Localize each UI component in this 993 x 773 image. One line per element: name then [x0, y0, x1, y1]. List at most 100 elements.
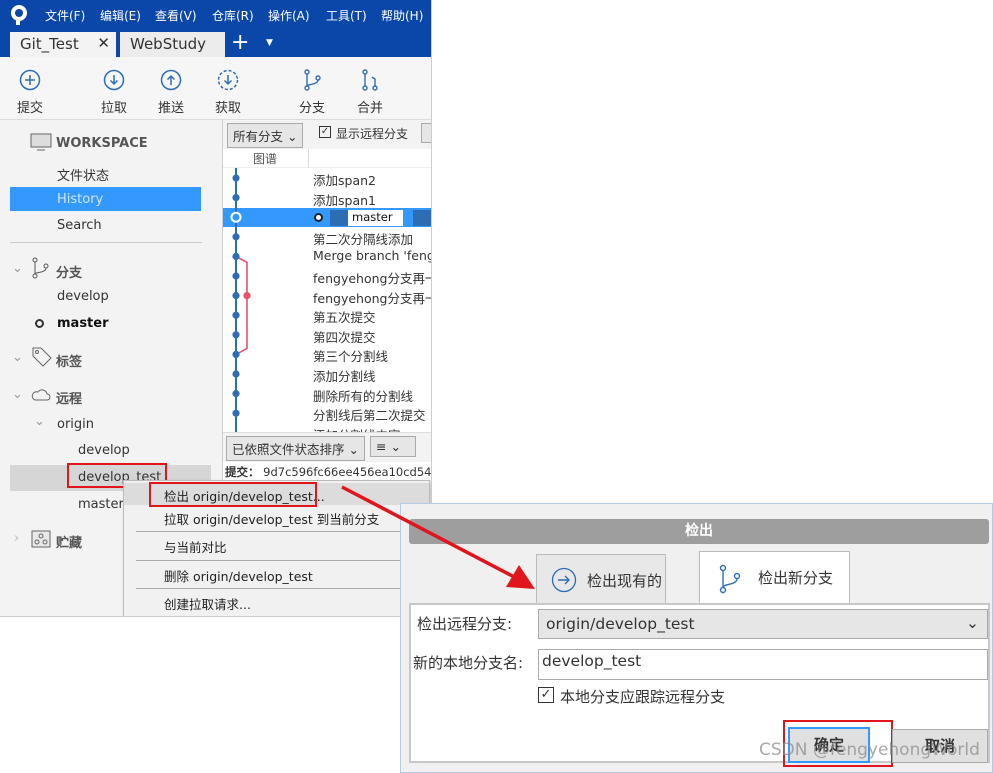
commit-node — [232, 194, 240, 202]
menu-edit[interactable]: 编辑(E) — [100, 7, 141, 24]
menu-repo[interactable]: 仓库(R) — [212, 7, 254, 24]
commit-row[interactable]: 删除所有的分割线 — [313, 386, 413, 405]
tab-webstudy[interactable]: WebStudy — [120, 32, 225, 57]
sidebar-item-search[interactable]: Search — [57, 218, 102, 233]
cloud-icon — [31, 389, 51, 401]
commit-info: 提交： 9d7c596fc66ee456ea10cd54 — [223, 462, 431, 480]
branch-master[interactable]: master — [57, 316, 109, 331]
commit-graph — [230, 168, 251, 433]
dialog-title: 检出 — [409, 519, 989, 544]
commit-row[interactable]: 第二次分隔线添加 — [313, 229, 413, 248]
tab-checkout-new-branch[interactable]: 检出新分支 — [699, 551, 850, 605]
commit-label: 提交 — [16, 101, 43, 116]
commit-button[interactable]: 提交 — [10, 69, 50, 116]
remote-branch-select[interactable]: origin/develop_test ⌄ — [538, 609, 988, 639]
show-remote-checkbox[interactable]: ✓ — [319, 126, 331, 138]
chevron-down-icon[interactable]: ⌄ — [34, 414, 45, 429]
pull-button[interactable]: 拉取 — [94, 69, 134, 116]
tab-existing-label: 检出现有的 — [587, 572, 663, 590]
chevron-down-icon[interactable]: ⌄ — [12, 350, 23, 365]
branch-label-master[interactable]: master — [330, 210, 403, 226]
tags-header[interactable]: 标签 — [56, 351, 82, 370]
commit-node — [232, 233, 240, 241]
divider — [10, 242, 202, 243]
chevron-down-icon[interactable]: ⌄ — [12, 387, 23, 402]
branch-label-text: master — [352, 210, 393, 224]
remote-origin[interactable]: origin — [57, 417, 94, 432]
menu-actions[interactable]: 操作(A) — [268, 7, 310, 24]
menu-help[interactable]: 帮助(H) — [381, 7, 423, 24]
commit-node — [232, 390, 240, 398]
remote-branch-label: 检出远程分支: — [417, 615, 513, 633]
remote-branch-develop[interactable]: develop — [78, 443, 130, 458]
stash-icon — [31, 530, 51, 548]
track-remote-checkbox[interactable]: ✓ — [538, 687, 554, 703]
commit-row[interactable]: Merge branch 'feng — [313, 248, 431, 263]
commit-info-label: 提交： — [225, 465, 260, 479]
sidebar-item-history[interactable]: History — [10, 187, 201, 211]
fetch-button[interactable]: 获取 — [208, 69, 248, 116]
tab-label: Git_Test — [20, 35, 79, 53]
sourcetree-window: 文件(F) 编辑(E) 查看(V) 仓库(R) 操作(A) 工具(T) 帮助(H… — [0, 0, 432, 617]
push-button[interactable]: 推送 — [151, 69, 191, 116]
commit-node — [243, 292, 251, 300]
sort-dropdown[interactable]: 已依照文件状态排序 ⌄ — [226, 436, 365, 461]
menu-item-diff[interactable]: 与当前对比 — [164, 537, 227, 556]
menu-separator — [136, 560, 429, 561]
chevron-down-icon[interactable]: ⌄ — [12, 261, 23, 276]
commit-row[interactable]: 第四次提交 — [313, 327, 376, 346]
tab-git-test[interactable]: Git_Test ✕ — [10, 32, 116, 57]
view-mode-dropdown[interactable]: ≡ ⌄ — [370, 436, 416, 457]
sidebar-item-file-status[interactable]: 文件状态 — [57, 165, 109, 184]
file-toolbar: 已依照文件状态排序 ⌄ ≡ ⌄ — [223, 432, 431, 462]
menu-item-pull[interactable]: 拉取 origin/develop_test 到当前分支 — [164, 509, 379, 528]
show-remote-label: 显示远程分支 — [336, 127, 409, 141]
menu-file[interactable]: 文件(F) — [45, 7, 85, 24]
chevron-down-icon: ⌄ — [966, 614, 979, 632]
add-tab-icon[interactable]: + — [231, 30, 249, 55]
checkout-dialog: 检出 检出现有的 检出新分支 检出远程分支: origin/develop_te… — [400, 503, 993, 773]
menu-tools[interactable]: 工具(T) — [326, 7, 367, 24]
commit-node — [232, 272, 240, 280]
track-remote-label: 本地分支应跟踪远程分支 — [560, 688, 726, 706]
branches-header[interactable]: 分支 — [56, 262, 82, 281]
close-icon[interactable]: ✕ — [97, 34, 110, 52]
more-button[interactable] — [421, 123, 431, 143]
merge-label: 合并 — [356, 101, 383, 116]
commit-row[interactable]: 第三个分割线 — [313, 346, 388, 365]
branch-filter-dropdown[interactable]: 所有分支 ⌄ — [227, 123, 304, 148]
commit-row[interactable]: fengyehong分支再一 — [313, 288, 431, 307]
pull-label: 拉取 — [100, 101, 127, 116]
commit-node — [232, 331, 240, 339]
commit-row[interactable]: 添加分割线 — [313, 366, 376, 385]
menu-item-delete[interactable]: 删除 origin/develop_test — [164, 566, 313, 585]
branch-develop[interactable]: develop — [57, 289, 109, 304]
head-icon — [314, 213, 323, 222]
commit-row[interactable]: 添加span2 — [313, 170, 376, 189]
merge-button[interactable]: 合并 — [350, 69, 390, 116]
stashes-header[interactable]: 贮藏 — [56, 532, 82, 551]
dialog-form: 检出远程分支: origin/develop_test ⌄ 新的本地分支名: de… — [409, 603, 990, 767]
menu-item-pull-request[interactable]: 创建拉取请求... — [164, 594, 251, 613]
monitor-icon — [30, 133, 52, 151]
history-label: History — [57, 192, 104, 207]
chevron-right-icon[interactable]: › — [14, 531, 19, 546]
tab-label: WebStudy — [130, 35, 207, 53]
commit-row[interactable]: 添加span1 — [313, 190, 376, 209]
commit-row[interactable]: 第五次提交 — [313, 307, 376, 326]
merge-line — [235, 255, 248, 356]
tab-dropdown-icon[interactable]: ▼ — [266, 38, 273, 48]
tab-checkout-existing[interactable]: 检出现有的 — [536, 554, 666, 604]
commit-node — [232, 370, 240, 378]
remotes-header[interactable]: 远程 — [56, 388, 82, 407]
commit-row[interactable]: 分割线后第二次提交 — [313, 405, 426, 424]
local-branch-label: 新的本地分支名: — [413, 654, 524, 672]
branch-button[interactable]: 分支 — [292, 69, 332, 116]
branch-icon — [304, 69, 321, 91]
commit-row[interactable]: fengyehong分支再一 — [313, 268, 431, 287]
remote-branch-label[interactable] — [413, 210, 431, 226]
remote-branch-master[interactable]: master — [78, 497, 124, 512]
local-branch-input[interactable]: develop_test — [538, 649, 988, 680]
fetch-label: 获取 — [214, 101, 241, 116]
menu-view[interactable]: 查看(V) — [155, 7, 197, 24]
